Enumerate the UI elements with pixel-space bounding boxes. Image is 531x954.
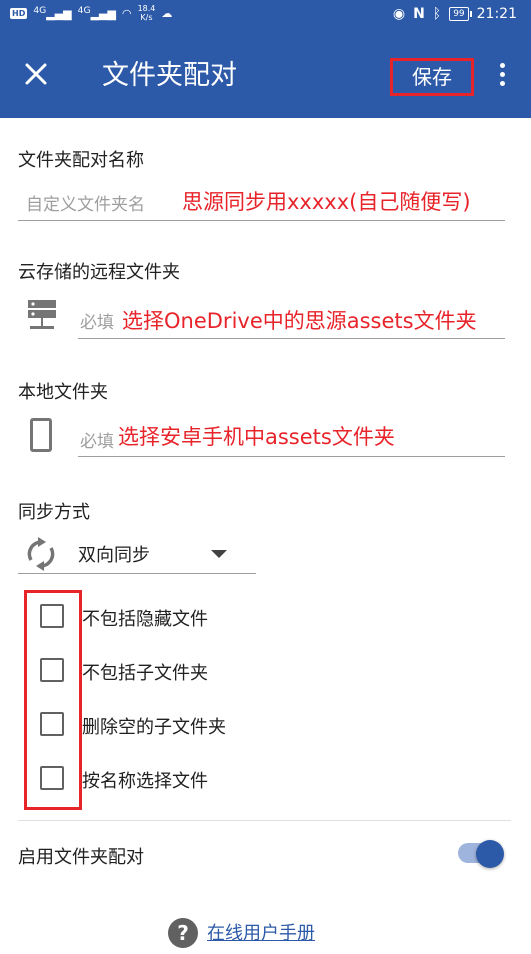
wifi-icon: ◠	[121, 6, 132, 20]
checkbox[interactable]	[40, 766, 64, 790]
speed-unit: K/s	[140, 13, 153, 22]
network-speed: 18.4 K/s	[138, 4, 156, 22]
pair-name-underline	[18, 220, 505, 221]
pair-name-annotation: 思源同步用xxxxx(自己随便写)	[182, 190, 471, 214]
remote-folder-input[interactable]: 必填	[80, 308, 114, 333]
hd-badge: HD	[10, 7, 28, 19]
clock: 21:21	[476, 6, 517, 22]
toggle-thumb[interactable]	[476, 840, 504, 868]
cloud-sync-icon: ☁	[161, 6, 173, 20]
sync-mode-label: 同步方式	[18, 502, 90, 523]
phone-icon	[30, 418, 52, 452]
nfc-icon: N	[413, 6, 425, 22]
save-button[interactable]: 保存	[390, 58, 474, 96]
checkbox[interactable]	[40, 604, 64, 628]
status-bar-right: ◉ N ᛒ 99 21:21	[393, 6, 517, 22]
status-bar: HD 4G▂▄▆ 4G▂▄▆ ◠ 18.4 K/s ☁ ◉ N ᛒ 99 21:2…	[0, 0, 531, 32]
server-icon	[28, 300, 56, 329]
sync-mode-select[interactable]: 双向同步	[78, 541, 150, 567]
more-options-icon[interactable]	[492, 60, 512, 94]
enable-pair-label: 启用文件夹配对	[18, 847, 144, 868]
option-delete-empty-subfolders[interactable]	[40, 704, 64, 744]
page-title: 文件夹配对	[102, 60, 237, 91]
battery-icon: 99	[449, 7, 473, 21]
option-exclude-subfolders[interactable]	[40, 650, 64, 690]
local-folder-input[interactable]: 必填	[80, 427, 114, 452]
checkbox[interactable]	[40, 712, 64, 736]
local-folder-underline	[78, 456, 505, 457]
signal-icon: 4G▂▄▆	[77, 5, 116, 21]
user-manual-link[interactable]: 在线用户手册	[207, 919, 315, 945]
option-label: 不包括隐藏文件	[82, 609, 208, 630]
network-type-label: 4G	[33, 5, 47, 17]
sync-mode-underline	[18, 573, 256, 574]
local-folder-annotation: 选择安卓手机中assets文件夹	[118, 425, 395, 449]
bluetooth-icon: ᛒ	[432, 6, 442, 22]
close-icon[interactable]	[18, 56, 54, 92]
option-select-by-name[interactable]	[40, 758, 64, 798]
status-bar-left: HD 4G▂▄▆ 4G▂▄▆ ◠ 18.4 K/s ☁	[10, 4, 172, 22]
app-bar: 文件夹配对 保存	[0, 32, 531, 118]
network-type-label: 4G	[77, 5, 91, 17]
remote-folder-underline	[78, 338, 505, 339]
option-label: 按名称选择文件	[82, 771, 208, 792]
pair-name-label: 文件夹配对名称	[18, 150, 144, 171]
local-folder-label: 本地文件夹	[18, 382, 108, 403]
help-icon[interactable]: ?	[168, 918, 198, 948]
pair-name-input[interactable]: 自定义文件夹名	[26, 190, 145, 215]
option-label: 删除空的子文件夹	[82, 717, 226, 738]
eye-icon: ◉	[392, 6, 406, 22]
option-exclude-hidden[interactable]	[40, 596, 64, 636]
chevron-down-icon[interactable]	[211, 550, 227, 558]
remote-folder-annotation: 选择OneDrive中的思源assets文件夹	[122, 309, 477, 333]
signal-icon: 4G▂▄▆	[33, 5, 72, 21]
checkbox[interactable]	[40, 658, 64, 682]
option-label: 不包括子文件夹	[82, 663, 208, 684]
speed-value: 18.4	[137, 4, 156, 13]
remote-folder-label: 云存储的远程文件夹	[18, 262, 180, 283]
sync-icon	[27, 537, 55, 571]
divider	[18, 820, 511, 821]
